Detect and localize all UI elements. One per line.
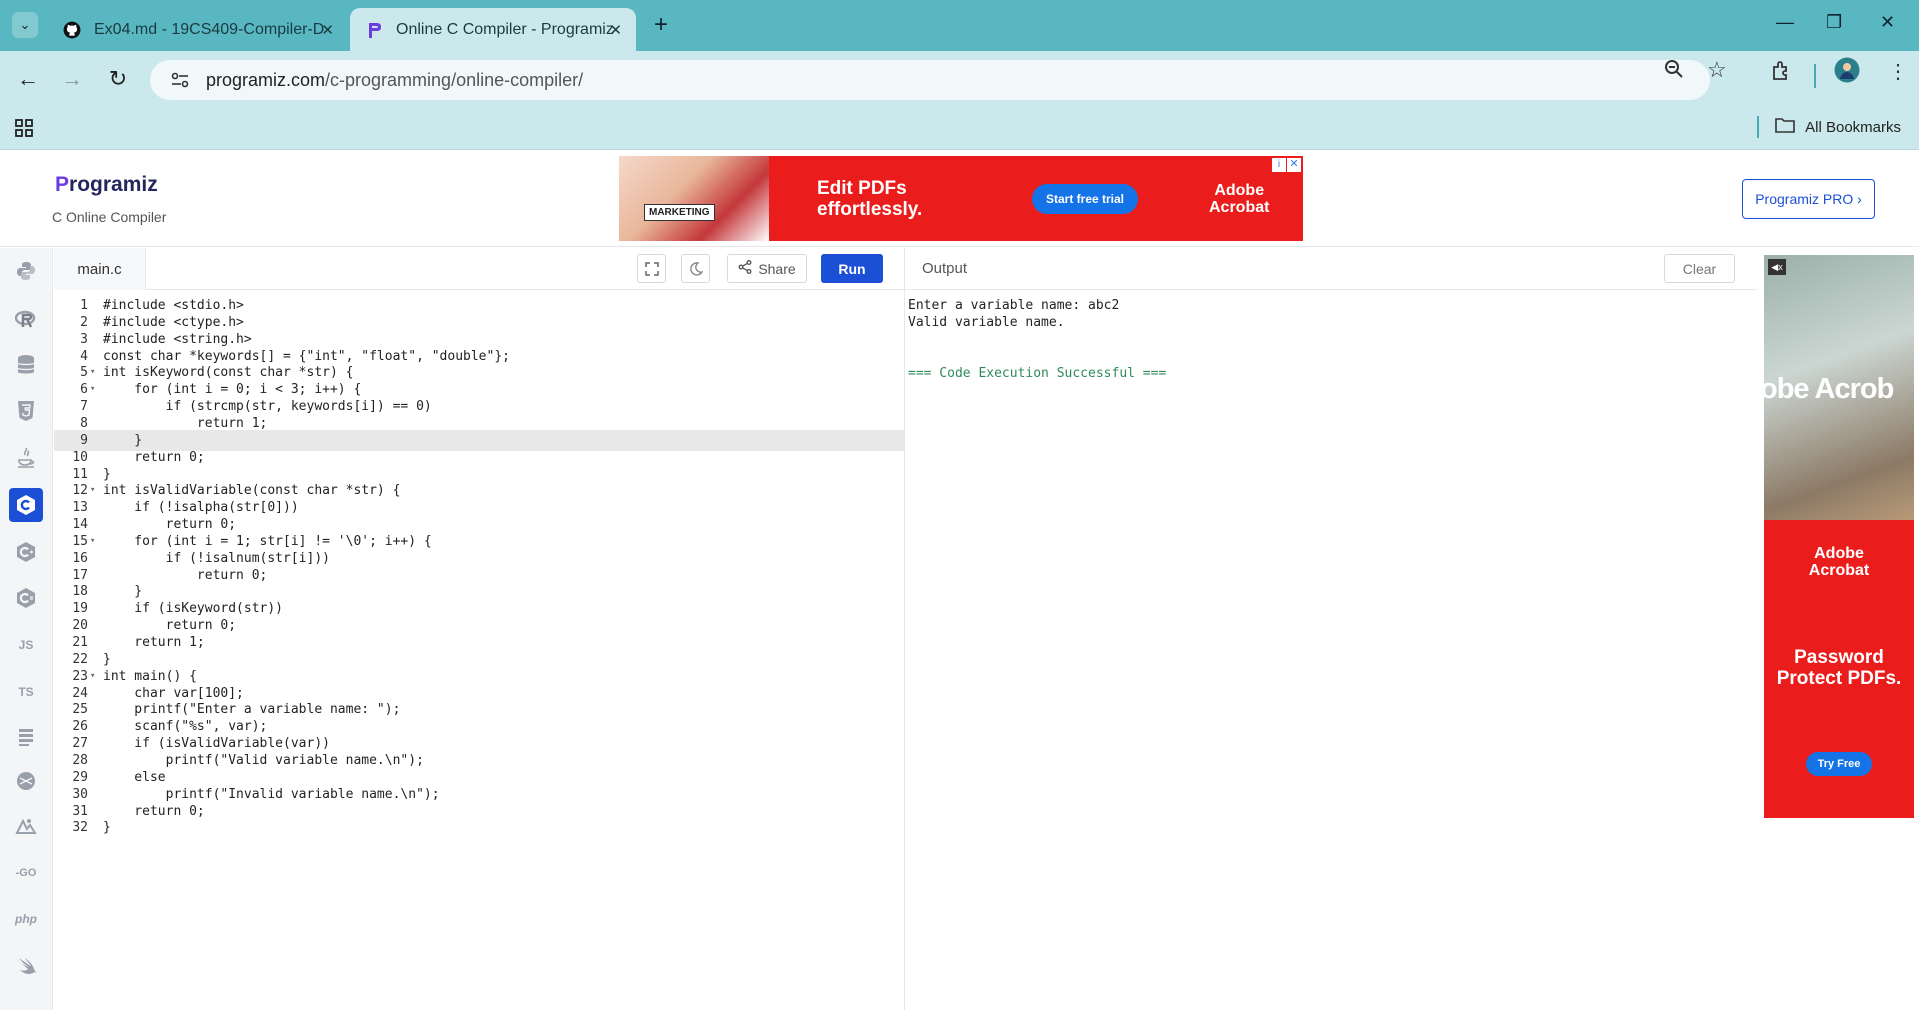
ad-banner[interactable]: MARKETING Edit PDFs effortlessly. Start … <box>619 156 1303 241</box>
js-icon[interactable]: JS <box>9 628 43 662</box>
github-icon <box>62 20 82 40</box>
ad-cta-button[interactable]: Start free trial <box>1032 184 1138 214</box>
close-window-icon[interactable]: ✕ <box>1880 12 1895 33</box>
cpp-icon[interactable] <box>9 535 43 569</box>
c-icon[interactable] <box>9 488 43 522</box>
side-ad[interactable]: obe Acrob ◀x Adobe Acrobat Password Prot… <box>1764 255 1914 818</box>
apps-grid-icon[interactable] <box>14 118 34 143</box>
ts-icon[interactable]: TS <box>9 675 43 709</box>
fullscreen-icon[interactable] <box>637 254 666 283</box>
python-icon[interactable] <box>9 254 43 288</box>
folder-icon <box>1775 117 1795 137</box>
programiz-pro-button[interactable]: Programiz PRO › <box>1742 179 1875 219</box>
share-icon <box>738 260 752 277</box>
side-ad-brand: Adobe Acrobat <box>1764 545 1914 579</box>
output-line: Enter a variable name: abc2 <box>908 298 1120 313</box>
reload-icon[interactable]: ↻ <box>104 65 132 93</box>
side-ad-photo-text: obe Acrob <box>1764 373 1894 405</box>
share-label: Share <box>758 260 796 277</box>
tab-title: Ex04.md - 19CS409-Compiler-D <box>94 20 325 38</box>
ad-photo <box>619 156 769 241</box>
bookmark-star-icon[interactable]: ☆ <box>1707 57 1727 83</box>
execution-status: === Code Execution Successful === <box>908 366 1167 381</box>
side-ad-cta-button[interactable]: Try Free <box>1806 752 1872 776</box>
go-icon[interactable]: -GO <box>9 856 43 890</box>
code-editor[interactable]: 1 #include <stdio.h> 2 #include <ctype.h> 3 #… <box>54 291 904 1010</box>
side-ad-copy-line2: Protect PDFs. <box>1776 668 1902 689</box>
ad-close-icon[interactable]: ✕ <box>1287 158 1301 172</box>
ad-headline-line2: effortlessly. <box>817 199 923 220</box>
code-text: } <box>103 820 111 836</box>
side-ad-brand-line2: Acrobat <box>1808 562 1870 579</box>
all-bookmarks-button[interactable]: All Bookmarks <box>1775 117 1901 137</box>
editor-header: main.c Share Run <box>54 248 904 290</box>
tab-search-chevron-icon[interactable]: ⌄ <box>12 12 38 38</box>
ad-info-icon[interactable]: i <box>1272 158 1286 172</box>
close-tab-icon[interactable]: ✕ <box>321 21 334 39</box>
browser-tab-programiz[interactable]: Online C Compiler - Programiz ✕ <box>350 8 636 51</box>
extensions-icon[interactable] <box>1771 59 1793 87</box>
side-ad-copy-line1: Password <box>1794 647 1884 668</box>
new-tab-plus-icon[interactable]: + <box>654 12 668 38</box>
browser-tab-github[interactable]: Ex04.md - 19CS409-Compiler-D ✕ <box>48 8 348 51</box>
more-menu-icon[interactable]: ⋮ <box>1888 59 1908 84</box>
language-rail: JS TS -GO php <box>0 248 53 1010</box>
side-ad-copy: Password Protect PDFs. <box>1764 647 1914 689</box>
zoom-icon[interactable] <box>1664 59 1684 85</box>
swift-icon[interactable] <box>9 810 43 844</box>
page-subtitle: C Online Compiler <box>52 209 167 225</box>
ad-badge: MARKETING <box>644 204 715 221</box>
line-number: 32 <box>72 820 88 836</box>
toolbar-divider <box>1814 64 1816 88</box>
site-info-icon[interactable] <box>162 72 198 88</box>
programiz-logo[interactable]: Programiz <box>55 173 158 197</box>
ad-brand-line2: Acrobat <box>1209 199 1270 216</box>
ad-headline-line1: Edit PDFs <box>817 178 907 199</box>
php-icon[interactable]: php <box>9 902 43 936</box>
output-line: Valid variable name. <box>908 315 1065 330</box>
browser-tab-bar: ⌄ Ex04.md - 19CS409-Compiler-D ✕ Online … <box>0 0 1919 51</box>
back-arrow-icon[interactable]: ← <box>14 65 42 93</box>
browser-toolbar: ← → ↻ programiz.com/c-programming/online… <box>0 51 1919 106</box>
bookmarks-bar: All Bookmarks <box>0 106 1919 150</box>
close-tab-icon[interactable]: ✕ <box>609 21 622 39</box>
url-host: programiz.com <box>206 69 326 90</box>
dark-mode-moon-icon[interactable] <box>681 254 710 283</box>
output-title: Output <box>922 260 968 277</box>
csharp-icon[interactable] <box>9 581 43 615</box>
code-line[interactable]: 32} <box>54 817 904 838</box>
side-ad-brand-line1: Adobe <box>1814 545 1864 562</box>
ad-brand: Adobe Acrobat <box>1209 182 1269 216</box>
all-bookmarks-label: All Bookmarks <box>1805 118 1901 136</box>
ad-brand-line1: Adobe <box>1214 182 1265 199</box>
output-pane: Output Clear Enter a variable name: abc2… <box>904 248 1757 1010</box>
bookmarks-divider <box>1757 116 1759 138</box>
rust-icon[interactable] <box>9 764 43 798</box>
swift-bird-icon[interactable] <box>9 948 43 982</box>
side-ad-photo: obe Acrob <box>1764 255 1914 520</box>
run-button[interactable]: Run <box>821 254 883 283</box>
site-header: Programiz C Online Compiler MARKETING Ed… <box>0 151 1919 247</box>
output-header: Output Clear <box>905 248 1757 290</box>
programiz-icon <box>364 20 384 40</box>
url-path: /c-programming/online-compiler/ <box>325 69 584 90</box>
html-icon[interactable] <box>9 394 43 428</box>
address-bar[interactable]: programiz.com/c-programming/online-compi… <box>150 60 1710 100</box>
restore-icon[interactable]: ❐ <box>1826 12 1842 33</box>
mute-icon[interactable]: ◀x <box>1768 259 1786 275</box>
share-button[interactable]: Share <box>727 254 807 283</box>
minimize-icon[interactable]: — <box>1776 12 1794 33</box>
sql-icon[interactable] <box>9 348 43 382</box>
tab-title: Online C Compiler - Programiz <box>396 20 614 38</box>
clear-button[interactable]: Clear <box>1664 254 1735 283</box>
kotlin-icon[interactable] <box>9 720 43 754</box>
ad-headline: Edit PDFs effortlessly. <box>817 178 922 220</box>
r-icon[interactable] <box>9 302 43 336</box>
url-text: programiz.com/c-programming/online-compi… <box>206 70 583 91</box>
file-tab-main-c[interactable]: main.c <box>54 248 146 290</box>
forward-arrow-icon[interactable]: → <box>58 65 86 93</box>
java-icon[interactable] <box>9 441 43 475</box>
profile-avatar[interactable] <box>1834 57 1860 89</box>
